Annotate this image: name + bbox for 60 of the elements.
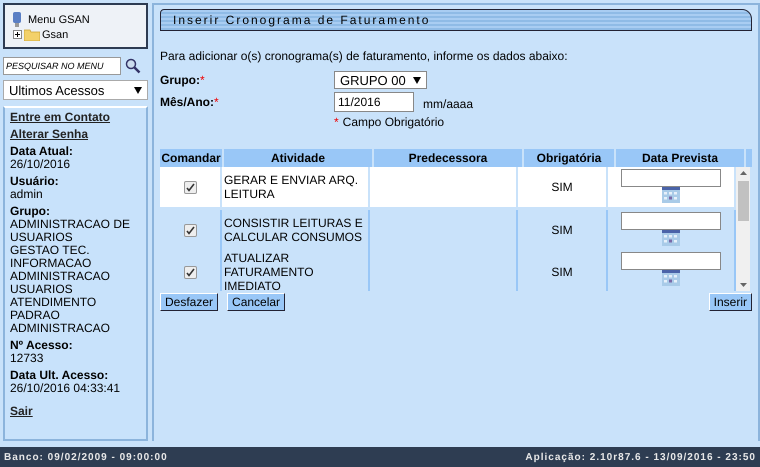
checkbox[interactable] xyxy=(184,180,196,194)
info-value: ADMINISTRACAO xyxy=(10,322,112,335)
checkbox[interactable] xyxy=(184,224,196,236)
field-label: Grupo:* xyxy=(160,73,206,87)
info-value: 12733 xyxy=(10,352,44,365)
action-button[interactable]: Cancelar xyxy=(227,293,286,311)
tree-item[interactable]: Gsan xyxy=(42,28,68,40)
action-button[interactable]: Desfazer xyxy=(160,293,218,311)
insert-button[interactable]: Inserir xyxy=(708,293,752,311)
info-label: Data Atual: xyxy=(10,145,74,158)
status-text: Banco: 09/02/2009 - 09:00:00 xyxy=(4,452,168,462)
group-select[interactable]: GRUPO 00 xyxy=(334,71,427,89)
date-field[interactable] xyxy=(621,252,721,270)
checkbox[interactable] xyxy=(184,266,196,278)
scroll-thumb[interactable] xyxy=(738,181,748,221)
info-label: Data Ult. Acesso: xyxy=(10,369,110,382)
field-label: Mês/Ano:* xyxy=(160,95,220,109)
table-row[interactable]: GERAR E ENVIAR ARQ. LEITURA SIM xyxy=(160,167,736,207)
logout-link[interactable]: Sair xyxy=(10,405,33,418)
info-value: ATENDIMENTO PADRAO xyxy=(10,296,98,322)
dropdown-arrow-icon xyxy=(134,86,142,94)
dropdown-arrow-icon xyxy=(413,76,421,84)
scroll-up-icon[interactable] xyxy=(740,171,746,175)
scroll-down-icon[interactable] xyxy=(740,283,746,287)
menu-title: Menu GSAN xyxy=(28,14,90,26)
format-hint: mm/aaaa xyxy=(423,97,474,111)
month-year-field[interactable]: 11/2016 xyxy=(334,92,414,112)
info-label: Nº Acesso: xyxy=(10,339,74,352)
info-value: GESTAO TEC. INFORMACAO xyxy=(10,244,92,270)
status-text: Aplicação: 2.10r87.6 - 13/09/2016 - 23:50 xyxy=(525,452,756,462)
table-cell: SIM xyxy=(551,223,573,237)
link[interactable]: Alterar Senha xyxy=(10,128,88,141)
page-title: Inserir Cronograma de Faturamento xyxy=(160,9,752,31)
link[interactable]: Entre em Contato xyxy=(10,111,110,124)
calendar-icon[interactable] xyxy=(662,270,680,286)
info-label: Usuário: xyxy=(10,175,60,188)
info-value: ADMINISTRACAO USUARIOS xyxy=(10,270,112,296)
info-label: Grupo: xyxy=(10,205,51,218)
search-icon[interactable] xyxy=(125,58,141,74)
info-value: ADMINISTRACAO DE USUARIOS xyxy=(10,218,132,244)
table-cell: SIM xyxy=(551,265,573,279)
date-field[interactable] xyxy=(621,212,721,230)
table-cell-text: CONSISTIR LEITURAS E CALCULAR CONSUMOS xyxy=(224,216,364,244)
date-field[interactable] xyxy=(621,169,721,187)
recent-dropdown[interactable]: Ultimos Acessos xyxy=(3,80,148,100)
intro-text: Para adicionar o(s) cronograma(s) de faturamento, informe os dados abaixo: xyxy=(160,49,569,63)
expand-icon[interactable] xyxy=(13,30,22,39)
calendar-icon[interactable] xyxy=(662,187,680,203)
required-note: * Campo Obrigatório xyxy=(334,115,446,129)
info-value: 26/10/2016 xyxy=(10,158,72,171)
table-cell-text: GERAR E ENVIAR ARQ. LEITURA xyxy=(224,173,360,201)
computer-icon xyxy=(11,12,23,28)
info-value: 26/10/2016 04:33:41 xyxy=(10,382,122,395)
search-field[interactable]: PESQUISAR NO MENU xyxy=(3,57,121,75)
table-cell: SIM xyxy=(551,180,573,194)
table-cell-text: ATUALIZAR FATURAMENTO IMEDIATO xyxy=(224,251,315,291)
info-value: admin xyxy=(10,188,44,201)
calendar-icon[interactable] xyxy=(662,230,680,246)
folder-icon xyxy=(24,28,40,40)
scrollbar[interactable] xyxy=(736,167,750,291)
